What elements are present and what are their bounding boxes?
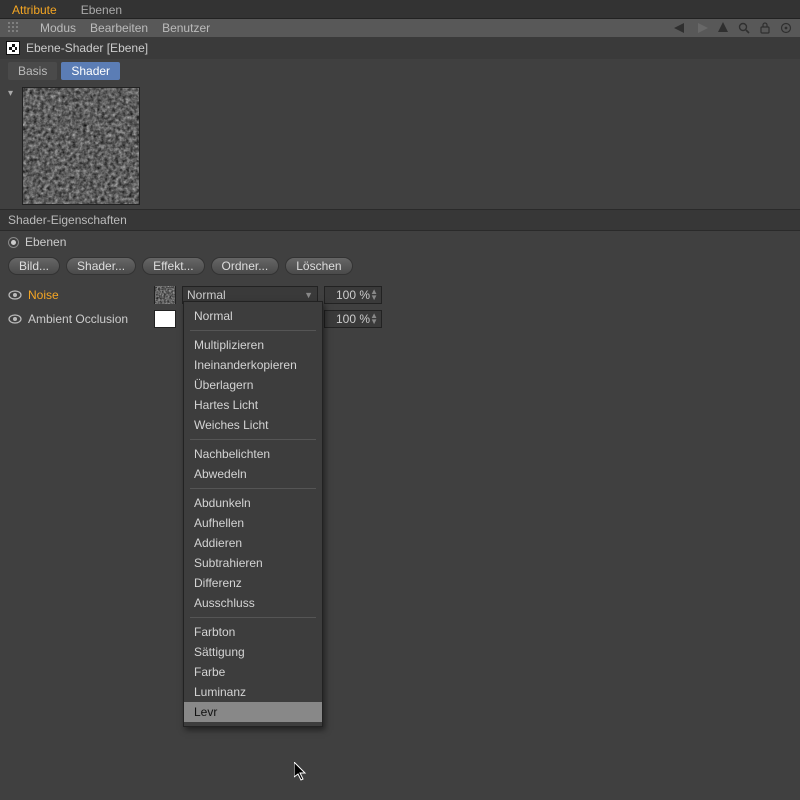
visibility-icon[interactable]	[8, 314, 22, 324]
button-shader[interactable]: Shader...	[66, 257, 136, 275]
ebenen-label: Ebenen	[25, 235, 66, 249]
target-icon[interactable]	[780, 22, 792, 34]
menu-separator	[190, 330, 316, 331]
opacity-spinner-ao[interactable]: 100 % ▲▼	[324, 310, 382, 328]
nav-forward-dim-icon[interactable]	[698, 23, 708, 33]
nav-up-icon[interactable]	[718, 22, 728, 34]
mi-multiplizieren[interactable]: Multiplizieren	[184, 335, 322, 355]
blend-mode-menu: Normal Multiplizieren Ineinanderkopieren…	[183, 301, 323, 727]
mi-nachbelichten[interactable]: Nachbelichten	[184, 444, 322, 464]
mi-farbe[interactable]: Farbe	[184, 662, 322, 682]
mi-ineinanderkopieren[interactable]: Ineinanderkopieren	[184, 355, 322, 375]
mi-aufhellen[interactable]: Aufhellen	[184, 513, 322, 533]
layer-noise-swatch[interactable]	[154, 286, 176, 304]
menubar-right-icons	[674, 22, 792, 34]
shader-preview[interactable]	[22, 87, 140, 205]
search-icon[interactable]	[738, 22, 750, 34]
ebenen-radio[interactable]	[8, 237, 19, 248]
mi-normal[interactable]: Normal	[184, 306, 322, 326]
spinner-arrows-icon[interactable]: ▲▼	[370, 313, 378, 325]
nav-back-icon[interactable]	[674, 23, 688, 33]
layer-shader-icon	[6, 41, 20, 55]
object-header: Ebene-Shader [Ebene]	[0, 37, 800, 59]
layer-noise-label: Noise	[28, 288, 148, 302]
menu-separator	[190, 439, 316, 440]
subtab-shader[interactable]: Shader	[61, 62, 120, 80]
mi-abdunkeln[interactable]: Abdunkeln	[184, 493, 322, 513]
section-shader-properties: Shader-Eigenschaften	[0, 209, 800, 231]
subtab-basis[interactable]: Basis	[8, 62, 57, 80]
menu-modus[interactable]: Modus	[40, 21, 76, 35]
blend-mode-value-noise: Normal	[187, 288, 226, 302]
layer-ao-swatch[interactable]	[154, 310, 176, 328]
mi-abwedeln[interactable]: Abwedeln	[184, 464, 322, 484]
layer-row-ao[interactable]: Ambient Occlusion 100 % ▲▼	[8, 307, 792, 331]
opacity-value-ao: 100 %	[336, 312, 370, 326]
menu-separator	[190, 488, 316, 489]
lock-icon[interactable]	[760, 22, 770, 34]
object-title: Ebene-Shader [Ebene]	[26, 41, 148, 55]
chevron-down-icon: ▼	[304, 290, 313, 300]
top-tab-bar: Attribute Ebenen	[0, 0, 800, 19]
menu-separator	[190, 617, 316, 618]
opacity-slider-noise[interactable]	[388, 286, 792, 304]
layer-ao-label: Ambient Occlusion	[28, 312, 148, 326]
button-effekt[interactable]: Effekt...	[142, 257, 204, 275]
tab-attribute[interactable]: Attribute	[0, 0, 69, 18]
button-ordner[interactable]: Ordner...	[211, 257, 280, 275]
preview-area: ▾	[0, 83, 800, 209]
spinner-arrows-icon[interactable]: ▲▼	[370, 289, 378, 301]
tab-ebenen[interactable]: Ebenen	[69, 0, 134, 18]
ebenen-row: Ebenen	[0, 231, 800, 253]
mi-levr[interactable]: Levr	[184, 702, 322, 722]
mi-saettigung[interactable]: Sättigung	[184, 642, 322, 662]
grid-icon[interactable]	[8, 22, 20, 34]
preview-expander[interactable]: ▾	[8, 87, 18, 99]
mi-ausschluss[interactable]: Ausschluss	[184, 593, 322, 613]
mi-ueberlagern[interactable]: Überlagern	[184, 375, 322, 395]
opacity-slider-ao[interactable]	[388, 310, 792, 328]
opacity-spinner-noise[interactable]: 100 % ▲▼	[324, 286, 382, 304]
mi-subtrahieren[interactable]: Subtrahieren	[184, 553, 322, 573]
mi-luminanz[interactable]: Luminanz	[184, 682, 322, 702]
visibility-icon[interactable]	[8, 290, 22, 300]
button-bild[interactable]: Bild...	[8, 257, 60, 275]
layer-list: Noise Normal ▼ 100 % ▲▼ Ambient Occlusio…	[0, 279, 800, 335]
menu-bearbeiten[interactable]: Bearbeiten	[90, 21, 148, 35]
menu-benutzer[interactable]: Benutzer	[162, 21, 210, 35]
mi-farbton[interactable]: Farbton	[184, 622, 322, 642]
opacity-value-noise: 100 %	[336, 288, 370, 302]
layer-row-noise[interactable]: Noise Normal ▼ 100 % ▲▼	[8, 283, 792, 307]
cursor-icon	[294, 762, 308, 782]
mi-weiches-licht[interactable]: Weiches Licht	[184, 415, 322, 435]
button-loeschen[interactable]: Löschen	[285, 257, 352, 275]
mi-hartes-licht[interactable]: Hartes Licht	[184, 395, 322, 415]
mi-differenz[interactable]: Differenz	[184, 573, 322, 593]
mi-addieren[interactable]: Addieren	[184, 533, 322, 553]
menubar: Modus Bearbeiten Benutzer	[0, 19, 800, 37]
subtab-bar: Basis Shader	[0, 59, 800, 83]
shader-buttons-row: Bild... Shader... Effekt... Ordner... Lö…	[0, 253, 800, 279]
